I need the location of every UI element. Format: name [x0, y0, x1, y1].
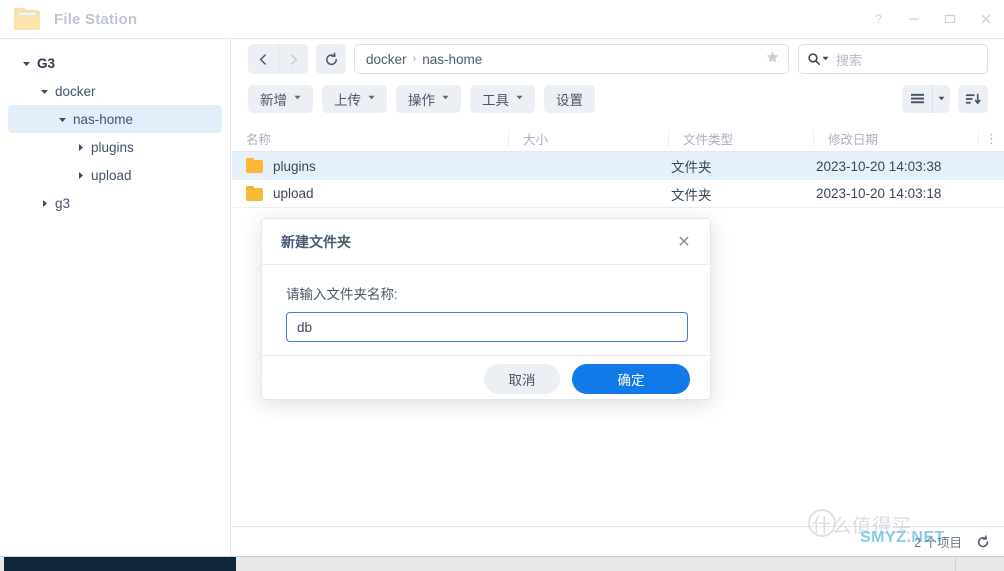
sidebar-item-label: nas-home: [73, 111, 134, 127]
file-name: plugins: [273, 158, 316, 174]
column-header-type[interactable]: 文件类型: [668, 129, 813, 148]
item-count-label: 2 个项目: [914, 536, 962, 550]
file-date: 2023-10-20 14:03:18: [816, 186, 942, 201]
chevron-down-icon[interactable]: [54, 111, 70, 127]
taskbar-active-item[interactable]: [4, 557, 236, 571]
sidebar-item-label: docker: [55, 83, 96, 99]
star-icon[interactable]: [757, 50, 780, 69]
view-mode-group[interactable]: [902, 84, 950, 113]
action-button-label: 操作: [408, 92, 435, 108]
chevron-right-icon[interactable]: [72, 139, 88, 155]
table-row[interactable]: plugins 文件夹 2023-10-20 14:03:38: [232, 152, 1004, 180]
back-icon[interactable]: [248, 44, 278, 74]
upload-button-label: 上传: [334, 92, 361, 108]
nav-history-group: [248, 44, 308, 74]
sidebar-item-label: plugins: [91, 139, 134, 155]
chevron-down-icon[interactable]: [932, 84, 950, 113]
view-controls: [902, 84, 988, 113]
action-button[interactable]: 操作: [396, 84, 461, 113]
window-title: File Station: [54, 10, 138, 28]
file-station-window: File Station ? G3 docker nas-home plugin…: [0, 0, 1004, 571]
breadcrumb-item-nas-home[interactable]: nas-home: [422, 52, 482, 67]
window-controls: ?: [860, 0, 1004, 39]
folder-icon: [246, 158, 263, 173]
action-toolbar: 新增 上传 操作 工具 设置: [232, 79, 1004, 118]
sidebar-item-nas-home[interactable]: nas-home: [8, 105, 222, 133]
folder-icon: [246, 185, 263, 201]
sort-icon[interactable]: [958, 84, 988, 113]
chevron-down-icon: [294, 94, 301, 103]
navigation-bar: docker › nas-home 搜索: [232, 39, 1004, 79]
chevron-down-icon[interactable]: [36, 83, 52, 99]
column-header-date[interactable]: 修改日期: [813, 129, 978, 148]
chevron-down-icon[interactable]: [18, 55, 34, 71]
sidebar-item-label: upload: [91, 167, 132, 183]
sidebar-item-g3-root[interactable]: G3: [8, 49, 222, 77]
column-header-name[interactable]: 名称: [246, 129, 508, 148]
close-icon[interactable]: ✕: [674, 232, 694, 252]
tools-button[interactable]: 工具: [470, 84, 535, 113]
maximize-button[interactable]: [932, 0, 968, 39]
table-row[interactable]: upload 文件夹 2023-10-20 14:03:18: [232, 180, 1004, 208]
tools-button-label: 工具: [482, 92, 509, 108]
upload-button[interactable]: 上传: [322, 84, 387, 113]
dialog-footer: 取消 确定: [262, 355, 710, 401]
search-icon[interactable]: [807, 52, 821, 66]
list-view-icon[interactable]: [902, 85, 932, 113]
taskbar[interactable]: [0, 556, 1004, 571]
folder-icon: [14, 8, 40, 30]
sidebar-item-plugins[interactable]: plugins: [8, 133, 222, 161]
taskbar-divider: [955, 557, 956, 571]
window-titlebar: File Station ?: [0, 0, 1004, 39]
folder-tree-sidebar[interactable]: G3 docker nas-home plugins upload g3: [0, 39, 231, 556]
settings-button[interactable]: 设置: [544, 84, 595, 113]
chevron-right-icon[interactable]: [72, 167, 88, 183]
dialog-header: 新建文件夹 ✕: [262, 219, 710, 265]
chevron-down-icon: [516, 94, 523, 103]
filelist-column-headers: 名称 大小 文件类型 修改日期 ⋮: [232, 126, 1004, 152]
close-button[interactable]: [968, 0, 1004, 39]
create-button[interactable]: 新增: [248, 84, 313, 113]
chevron-down-icon: [368, 94, 375, 103]
sidebar-item-docker[interactable]: docker: [8, 77, 222, 105]
refresh-icon[interactable]: [316, 44, 346, 74]
search-placeholder: 搜索: [836, 52, 863, 68]
refresh-icon[interactable]: [976, 534, 990, 549]
folder-name-input[interactable]: [286, 312, 688, 342]
file-type: 文件夹: [671, 187, 712, 203]
chevron-right-icon[interactable]: [36, 195, 52, 211]
column-options-icon[interactable]: ⋮: [978, 130, 1004, 147]
create-button-label: 新增: [260, 92, 287, 108]
sidebar-item-label: G3: [37, 55, 56, 71]
settings-button-label: 设置: [556, 92, 583, 108]
chevron-down-icon: [442, 94, 449, 103]
sidebar-item-label: g3: [55, 195, 71, 211]
new-folder-dialog: 新建文件夹 ✕ 请输入文件夹名称: 取消 确定: [261, 218, 711, 400]
file-type: 文件夹: [671, 160, 712, 175]
status-bar: 2 个项目: [232, 526, 1004, 556]
cancel-button[interactable]: 取消: [484, 363, 560, 394]
column-header-size[interactable]: 大小: [508, 129, 668, 148]
svg-text:?: ?: [875, 13, 882, 26]
confirm-button[interactable]: 确定: [572, 363, 690, 394]
search-input[interactable]: 搜索: [798, 44, 988, 74]
help-button[interactable]: ?: [860, 0, 896, 39]
sidebar-item-upload[interactable]: upload: [8, 161, 222, 189]
file-date: 2023-10-20 14:03:38: [816, 158, 942, 174]
path-breadcrumb-bar[interactable]: docker › nas-home: [354, 44, 789, 74]
breadcrumb-item-docker[interactable]: docker: [366, 52, 407, 67]
sidebar-item-g3[interactable]: g3: [8, 189, 222, 217]
dialog-body: 请输入文件夹名称:: [262, 265, 710, 355]
breadcrumb-separator: ›: [412, 53, 417, 65]
folder-name-label: 请输入文件夹名称:: [286, 287, 398, 302]
forward-icon[interactable]: [278, 44, 308, 74]
dialog-title: 新建文件夹: [281, 233, 351, 250]
file-name: upload: [273, 186, 314, 201]
minimize-button[interactable]: [896, 0, 932, 39]
chevron-down-icon[interactable]: [822, 55, 829, 64]
